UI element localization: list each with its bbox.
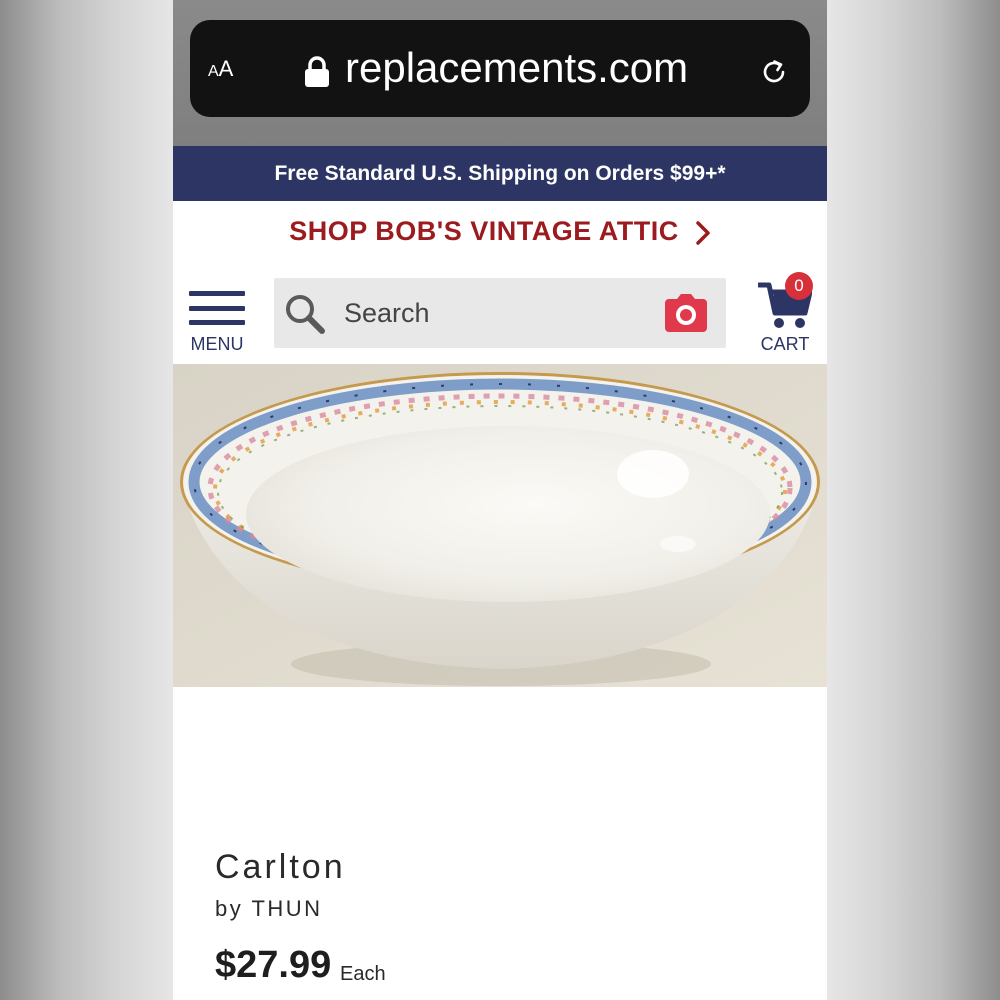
shipping-banner[interactable]: Free Standard U.S. Shipping on Orders $9… <box>173 146 827 201</box>
product-title: Carlton <box>215 848 346 886</box>
cart-count-badge: 0 <box>785 272 813 300</box>
cart-button[interactable]: 0 CART <box>758 272 818 358</box>
cart-label: CART <box>760 334 810 354</box>
browser-chrome: AA replacements.com <box>173 0 827 146</box>
shipping-banner-text: Free Standard U.S. Shipping on Orders $9… <box>274 162 726 185</box>
camera-icon[interactable] <box>664 293 708 333</box>
menu-button[interactable]: MENU <box>183 288 251 358</box>
product-image[interactable] <box>173 364 827 687</box>
promo-link-text: SHOP BOB'S VINTAGE ATTIC <box>289 216 679 246</box>
bowl-photo <box>173 364 827 687</box>
phone-screen: AA replacements.com Free Standard U.S. S… <box>173 0 827 1000</box>
product-price: $27.99 <box>215 944 332 986</box>
menu-label: MENU <box>190 334 244 354</box>
chevron-right-icon <box>695 221 710 245</box>
url-text[interactable]: replacements.com <box>345 44 688 92</box>
text-size-button[interactable]: AA <box>208 56 233 82</box>
address-bar[interactable]: AA replacements.com <box>190 20 810 117</box>
product-unit: Each <box>340 963 386 985</box>
search-icon[interactable] <box>282 291 328 337</box>
lock-icon <box>305 56 329 87</box>
product-brand: by THUN <box>215 896 323 921</box>
search-input[interactable] <box>344 291 644 335</box>
reload-icon[interactable] <box>758 56 790 88</box>
search-box[interactable] <box>274 278 726 348</box>
promo-link[interactable]: SHOP BOB'S VINTAGE ATTIC <box>173 201 827 261</box>
